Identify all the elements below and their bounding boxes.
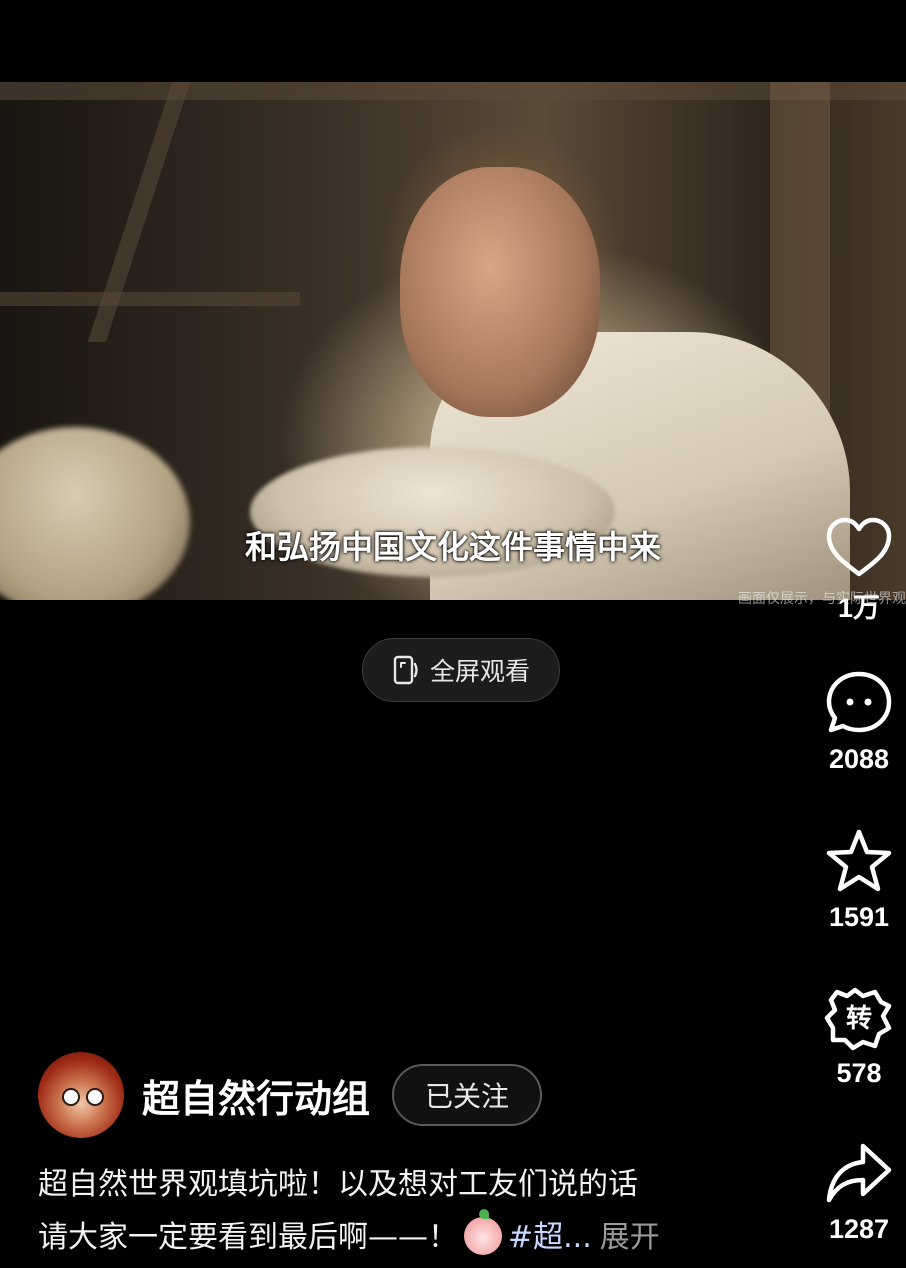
description-line-1: 超自然世界观填坑啦！以及想对工友们说的话 — [38, 1167, 638, 1202]
repost-button[interactable]: 转 578 — [812, 982, 906, 1089]
video-bowl-left — [0, 427, 190, 600]
share-count: 1287 — [828, 1214, 890, 1244]
fullscreen-phone-icon — [393, 655, 418, 685]
like-button[interactable]: 1万 — [812, 512, 906, 625]
svg-text:转: 转 — [846, 1004, 872, 1034]
avatar-eye-left — [62, 1088, 80, 1106]
like-count: 1万 — [837, 593, 881, 623]
video-description: 超自然世界观填坑啦！以及想对工友们说的话 请大家一定要看到最后啊——！ #超...… — [38, 1158, 758, 1264]
comment-count: 2088 — [828, 744, 890, 774]
emoji-sticker-icon — [464, 1209, 502, 1255]
fullscreen-label: 全屏观看 — [429, 657, 530, 686]
hashtag-link[interactable]: #超... — [508, 1220, 592, 1255]
author-name[interactable]: 超自然行动组 — [142, 1068, 370, 1123]
share-button[interactable]: 1287 — [812, 1138, 906, 1245]
comment-button[interactable]: 2088 — [812, 668, 906, 775]
star-icon — [826, 829, 892, 892]
following-button[interactable]: 已关注 — [392, 1064, 543, 1126]
description-line-2: 请大家一定要看到最后啊——！ #超... 展开 — [38, 1209, 758, 1264]
fullscreen-button[interactable]: 全屏观看 — [362, 638, 560, 702]
video-subtitle: 和弘扬中国文化这件事情中来 — [244, 528, 661, 566]
repost-icon: 转 — [824, 987, 892, 1051]
favorite-button[interactable]: 1591 — [812, 826, 906, 933]
favorite-count: 1591 — [828, 902, 890, 932]
expand-button[interactable]: 展开 — [600, 1220, 660, 1255]
author-row: 超自然行动组 已关注 — [38, 1052, 543, 1138]
video-figure-head — [400, 167, 600, 417]
comment-icon — [826, 671, 892, 733]
repost-count: 578 — [836, 1058, 882, 1088]
heart-icon — [826, 517, 892, 577]
avatar-eye-right — [86, 1088, 104, 1106]
description-text: 请大家一定要看到最后啊——！ — [38, 1220, 458, 1255]
share-arrow-icon — [826, 1143, 892, 1203]
avatar[interactable] — [38, 1052, 124, 1138]
